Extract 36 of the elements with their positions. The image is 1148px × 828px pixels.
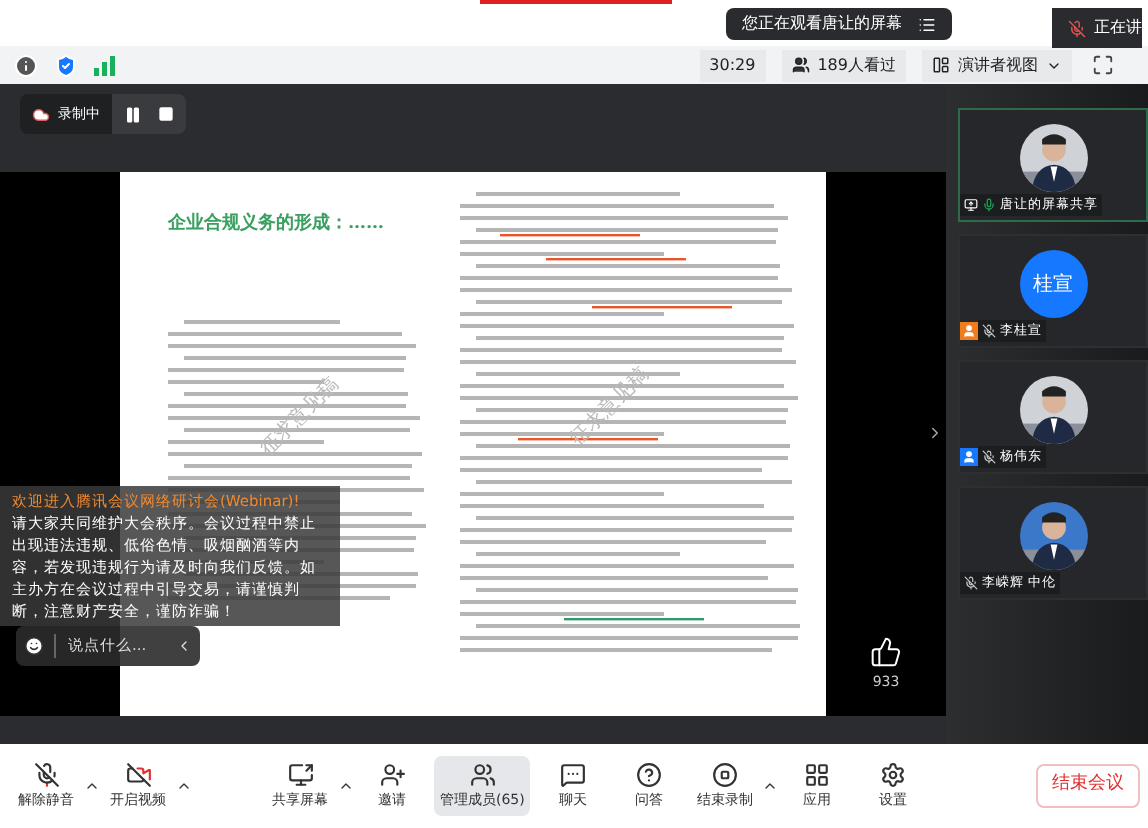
settings-icon — [879, 761, 906, 788]
like-icon[interactable] — [870, 635, 902, 667]
notice-text: 您正在观看唐让的屏幕 — [742, 12, 902, 36]
shield-icon[interactable] — [54, 53, 78, 77]
caret-icon[interactable] — [762, 778, 779, 794]
list-icon[interactable] — [918, 15, 936, 33]
view-mode-button[interactable]: 演讲者视图 — [922, 49, 1072, 81]
signal-icon[interactable] — [94, 55, 116, 75]
collapse-icon[interactable] — [176, 638, 192, 654]
document-title: 企业合规义务的形成：…… — [168, 212, 386, 238]
emoji-icon[interactable] — [24, 636, 44, 656]
pause-icon[interactable] — [124, 105, 142, 123]
stop-icon[interactable] — [158, 106, 174, 122]
layout-icon — [932, 56, 950, 74]
meeting-timer: 30:29 — [699, 49, 766, 81]
users-icon — [469, 761, 496, 788]
viewers-button[interactable]: 189人看过 — [781, 49, 906, 81]
video-off-icon — [125, 761, 151, 788]
avatar-initials: 桂宣 — [1019, 250, 1087, 318]
question-icon — [635, 761, 662, 788]
stop-icon — [711, 761, 738, 788]
chat-icon — [559, 761, 586, 788]
caret-icon[interactable] — [338, 778, 354, 794]
cloud-icon — [32, 105, 50, 123]
info-icon[interactable] — [14, 53, 38, 77]
apps-icon — [803, 761, 830, 788]
users-icon — [791, 56, 810, 74]
fullscreen-icon[interactable] — [1092, 54, 1114, 76]
screen-share-icon — [287, 761, 313, 788]
add-user-icon — [379, 761, 405, 788]
speaking-text: 正在讲 — [1094, 16, 1142, 40]
caret-icon[interactable] — [84, 778, 100, 794]
end-meeting-button[interactable]: 结束会议 — [1036, 764, 1140, 808]
mic-off-icon — [1068, 19, 1086, 37]
caret-icon[interactable] — [176, 778, 192, 794]
mic-off-icon — [33, 761, 59, 788]
